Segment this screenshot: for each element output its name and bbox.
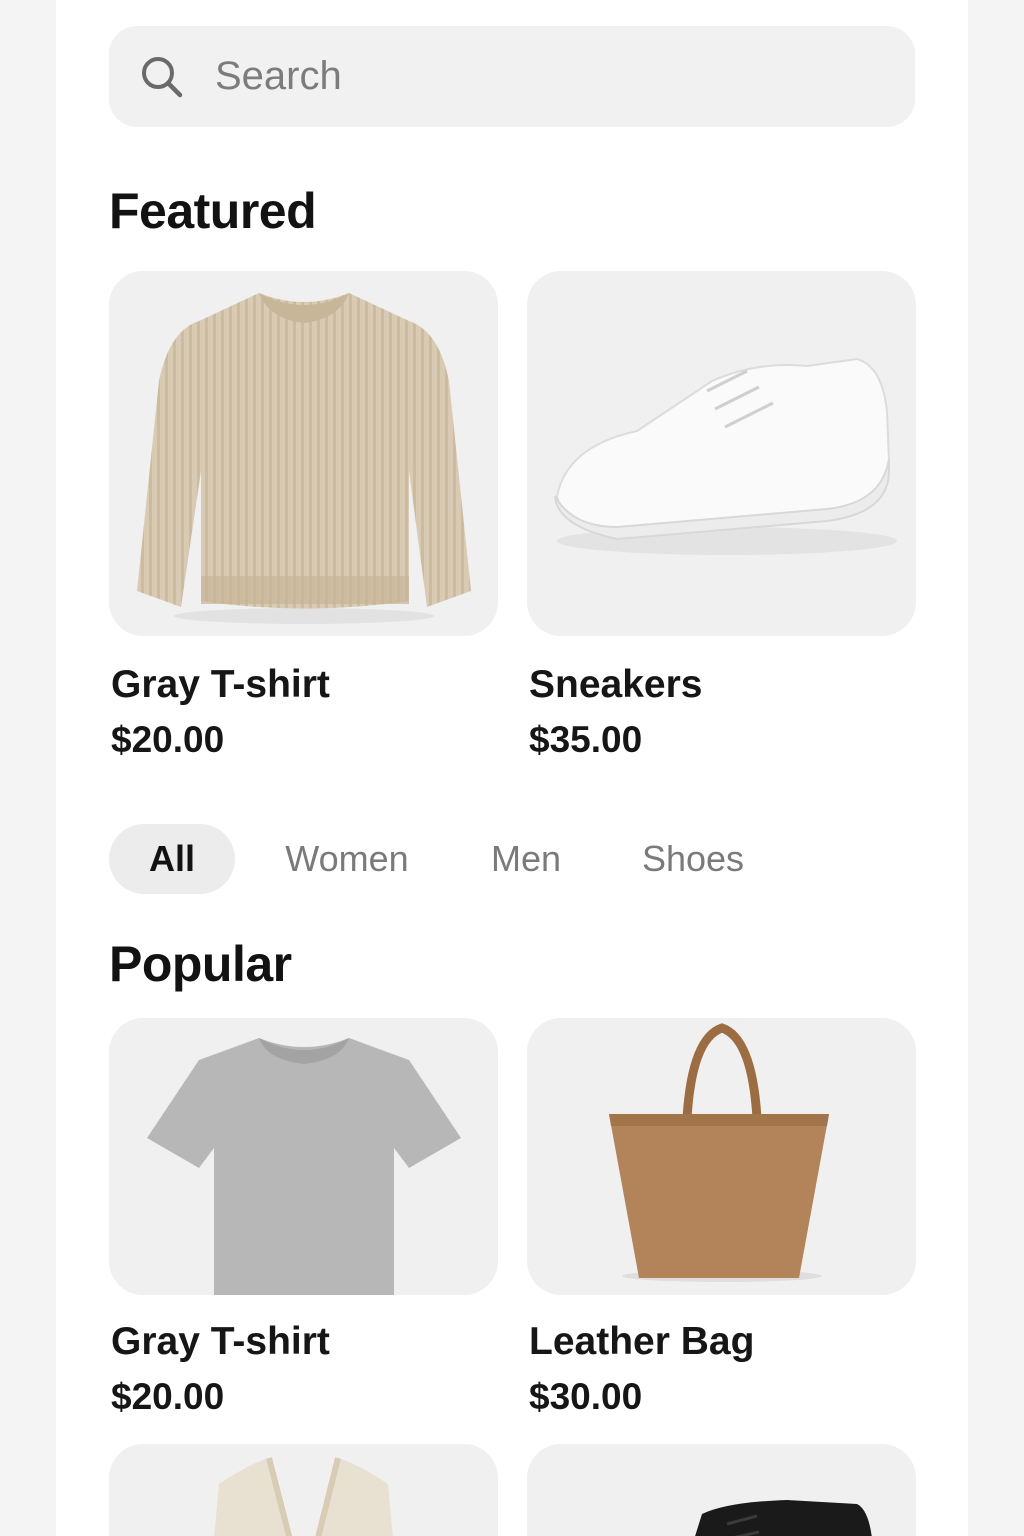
featured-card-1[interactable]: Gray T-shirt $20.00 bbox=[109, 271, 498, 760]
product-image-tshirt[interactable] bbox=[109, 1018, 498, 1295]
product-name: Gray T-shirt bbox=[111, 663, 330, 706]
sweater-image bbox=[137, 293, 471, 624]
category-tabs: All Women Men Shoes bbox=[109, 824, 915, 894]
tab-shoes[interactable]: Shoes bbox=[623, 824, 763, 894]
shop-screen: Search Featured Gray T-shirt $20.00 Snea… bbox=[56, 0, 968, 1536]
leather-bag-image bbox=[609, 1023, 829, 1282]
tab-men[interactable]: Men bbox=[471, 824, 581, 894]
product-name: Leather Bag bbox=[529, 1320, 755, 1363]
product-image-sneakers[interactable] bbox=[527, 271, 916, 636]
search-input[interactable]: Search bbox=[215, 26, 342, 127]
product-price: $20.00 bbox=[111, 1376, 225, 1417]
product-image-bag[interactable] bbox=[527, 1018, 916, 1295]
search-bar[interactable]: Search bbox=[109, 26, 915, 127]
popular-card-2[interactable]: Leather Bag $30.00 bbox=[527, 1018, 916, 1417]
tshirt-image bbox=[147, 1038, 461, 1295]
product-image-black-shoe[interactable] bbox=[527, 1444, 916, 1536]
popular-card-3[interactable] bbox=[109, 1444, 498, 1536]
popular-card-4[interactable] bbox=[527, 1444, 916, 1536]
featured-title: Featured bbox=[109, 183, 317, 239]
product-name: Sneakers bbox=[529, 663, 703, 706]
popular-card-1[interactable]: Gray T-shirt $20.00 bbox=[109, 1018, 498, 1417]
cardigan-image bbox=[214, 1457, 393, 1536]
product-name: Gray T-shirt bbox=[111, 1320, 330, 1363]
featured-card-2[interactable]: Sneakers $35.00 bbox=[527, 271, 916, 760]
product-price: $35.00 bbox=[529, 719, 643, 760]
popular-title: Popular bbox=[109, 936, 292, 992]
sneaker-image bbox=[554, 357, 897, 555]
tab-all[interactable]: All bbox=[109, 824, 235, 894]
product-image-sweater[interactable] bbox=[109, 271, 498, 636]
product-image-cardigan[interactable] bbox=[109, 1444, 498, 1536]
black-shoe-image bbox=[695, 1500, 872, 1536]
tab-women[interactable]: Women bbox=[267, 824, 427, 894]
product-price: $20.00 bbox=[111, 719, 225, 760]
product-price: $30.00 bbox=[529, 1376, 643, 1417]
search-icon bbox=[142, 57, 183, 98]
